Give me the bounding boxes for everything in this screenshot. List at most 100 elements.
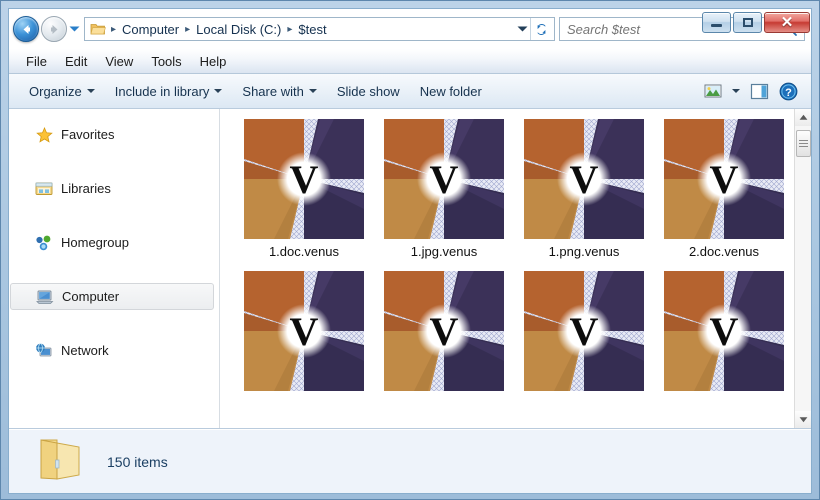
sidebar-item-label: Favorites	[61, 127, 115, 142]
status-bar: 150 items	[9, 429, 811, 493]
back-arrow-icon	[23, 24, 30, 34]
menu-edit[interactable]: Edit	[56, 51, 96, 72]
forward-arrow-icon	[50, 24, 57, 34]
back-button[interactable]	[13, 16, 39, 42]
file-item[interactable]: V	[234, 269, 374, 396]
forward-button[interactable]	[41, 16, 67, 42]
svg-text:V: V	[290, 309, 319, 354]
breadcrumb-item-test[interactable]: $test	[294, 20, 330, 39]
venus-logo-icon: V	[384, 271, 504, 391]
scroll-grip-icon	[799, 138, 808, 149]
venus-logo-icon: V	[664, 271, 784, 391]
breadcrumb-separator-0: ▸	[111, 23, 117, 35]
file-thumbnail: V	[384, 119, 504, 239]
menu-view[interactable]: View	[96, 51, 142, 72]
sidebar-item-libraries[interactable]: Libraries	[9, 175, 219, 202]
venus-logo-icon: V	[524, 271, 644, 391]
include-in-library-button[interactable]: Include in library	[105, 79, 233, 104]
scroll-track[interactable]	[795, 126, 811, 411]
address-field[interactable]: ▸ Computer ▸ Local Disk (C:) ▸ $test	[84, 17, 555, 41]
file-thumbnail: V	[384, 271, 504, 391]
files-container: V 1.doc.venus V 1.jpg.venus V 1.png.venu…	[220, 109, 794, 428]
chevron-down-icon	[69, 26, 79, 32]
organize-label: Organize	[29, 83, 82, 99]
venus-logo-icon: V	[664, 119, 784, 239]
venus-logo-icon: V	[524, 119, 644, 239]
computer-icon	[36, 288, 54, 305]
scroll-down-button[interactable]	[795, 411, 811, 428]
sidebar-item-computer[interactable]: Computer	[10, 283, 214, 310]
scroll-thumb[interactable]	[796, 130, 811, 157]
explorer-window: ✕ ▸ Computer ▸ Local Disk (C:) ▸ $test S…	[0, 0, 820, 500]
minimize-button[interactable]	[702, 12, 731, 33]
chevron-up-icon	[799, 114, 807, 120]
sidebar-item-favorites[interactable]: Favorites	[9, 121, 219, 148]
file-item[interactable]: V	[514, 269, 654, 396]
minimize-icon	[711, 24, 722, 27]
file-thumbnail: V	[524, 271, 644, 391]
slide-show-button[interactable]: Slide show	[327, 79, 410, 104]
file-item[interactable]: V 1.png.venus	[514, 117, 654, 259]
network-icon	[35, 342, 53, 359]
file-item[interactable]: V	[374, 269, 514, 396]
file-list-view: V 1.doc.venus V 1.jpg.venus V 1.png.venu…	[220, 109, 811, 428]
chevron-down-icon	[214, 89, 223, 93]
file-name: 1.jpg.venus	[410, 244, 478, 259]
file-item[interactable]: V	[654, 269, 794, 396]
organize-button[interactable]: Organize	[19, 79, 105, 104]
address-dropdown-button[interactable]	[514, 18, 530, 40]
venus-logo-icon: V	[244, 119, 364, 239]
include-in-library-label: Include in library	[114, 83, 210, 99]
address-bar: ▸ Computer ▸ Local Disk (C:) ▸ $test	[9, 9, 811, 49]
sidebar-item-network[interactable]: Network	[9, 337, 219, 364]
window-controls: ✕	[702, 12, 810, 33]
file-thumbnail: V	[244, 119, 364, 239]
close-button[interactable]: ✕	[764, 12, 810, 33]
preview-pane-icon	[750, 83, 769, 99]
venus-logo-icon: V	[384, 119, 504, 239]
svg-text:?: ?	[785, 87, 792, 99]
file-thumbnail: V	[664, 119, 784, 239]
star-icon	[35, 126, 53, 143]
item-count-label: 150 items	[107, 453, 168, 470]
menu-bar: File Edit View Tools Help	[9, 49, 811, 74]
new-folder-button[interactable]: New folder	[410, 79, 492, 104]
change-view-icon	[704, 84, 722, 98]
file-thumbnail: V	[244, 271, 364, 391]
recent-pages-button[interactable]	[67, 16, 81, 42]
breadcrumb-item-local-disk[interactable]: Local Disk (C:)	[192, 20, 285, 39]
maximize-button[interactable]	[733, 12, 762, 33]
homegroup-icon	[35, 234, 53, 251]
help-button[interactable]: ?	[774, 78, 803, 105]
preview-pane-button[interactable]	[745, 79, 774, 104]
menu-help[interactable]: Help	[191, 51, 236, 72]
view-dropdown-button[interactable]	[727, 85, 745, 97]
file-item[interactable]: V 1.jpg.venus	[374, 117, 514, 259]
file-item[interactable]: V 1.doc.venus	[234, 117, 374, 259]
share-with-button[interactable]: Share with	[232, 79, 326, 104]
svg-text:V: V	[570, 309, 599, 354]
new-folder-label: New folder	[419, 83, 482, 99]
refresh-button[interactable]	[530, 18, 552, 40]
sidebar-item-label: Libraries	[61, 181, 111, 196]
folder-icon	[33, 434, 87, 489]
change-view-button[interactable]	[699, 79, 727, 103]
breadcrumb-item-computer[interactable]: Computer	[118, 20, 183, 39]
venus-logo-icon: V	[244, 271, 364, 391]
file-name: 1.doc.venus	[268, 244, 340, 259]
vertical-scrollbar[interactable]	[794, 109, 811, 428]
svg-text:V: V	[430, 309, 459, 354]
menu-file[interactable]: File	[17, 51, 56, 72]
menu-tools[interactable]: Tools	[142, 51, 190, 72]
file-name: 1.png.venus	[548, 244, 620, 259]
window-client-area: ✕ ▸ Computer ▸ Local Disk (C:) ▸ $test S…	[8, 8, 812, 494]
svg-text:V: V	[710, 309, 739, 354]
file-thumbnail: V	[524, 119, 644, 239]
explorer-body: Favorites Libraries Homegroup Computer N…	[9, 109, 811, 429]
sidebar-item-homegroup[interactable]: Homegroup	[9, 229, 219, 256]
file-item[interactable]: V 2.doc.venus	[654, 117, 794, 259]
scroll-up-button[interactable]	[795, 109, 811, 126]
refresh-icon	[537, 23, 546, 35]
chevron-down-icon	[86, 89, 95, 93]
folder-icon	[90, 22, 106, 36]
